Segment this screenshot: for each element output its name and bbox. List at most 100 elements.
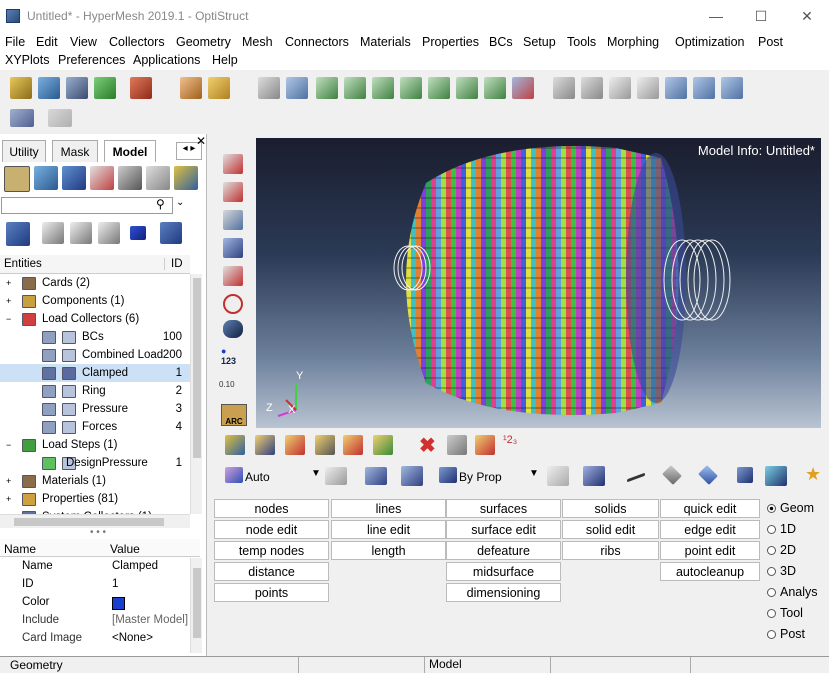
length-button[interactable]: length [331,541,446,560]
tree-scrollbar[interactable] [190,274,202,514]
shaded-icon[interactable] [223,238,243,258]
assembly-icon[interactable] [174,166,198,190]
radio-post[interactable]: Post [767,627,805,641]
radio-analys[interactable]: Analys [767,585,818,599]
graphics-viewport[interactable]: Model Info: Untitled* Y Z X [256,138,821,428]
line-icon[interactable] [627,472,645,483]
menu-tools[interactable]: Tools [567,35,596,49]
node-edit-button[interactable]: node edit [214,520,329,539]
entities-header[interactable]: Entities [4,258,42,270]
center-icon[interactable] [609,77,631,99]
property-icon[interactable] [146,166,170,190]
new-model-icon[interactable] [10,77,32,99]
temp-nodes-button[interactable]: temp nodes [214,541,329,560]
view-mode-icon[interactable] [4,166,30,192]
create-loadstep-icon[interactable] [343,435,363,455]
view-zy-icon[interactable] [456,77,478,99]
duplicate-icon[interactable] [447,435,467,455]
close-button[interactable]: ✕ [784,0,829,32]
auto-dropdown-arrow[interactable]: ▼ [311,468,321,479]
radio-tool[interactable]: Tool [767,606,803,620]
create-loadcol-icon[interactable] [285,435,305,455]
property-row[interactable]: ID 1 [0,576,200,594]
create-property-icon[interactable] [255,435,275,455]
tab-model[interactable]: Model [104,140,156,162]
radio-3d[interactable]: 3D [767,564,796,578]
tree-expander-icon[interactable]: + [6,278,11,288]
menu-connectors[interactable]: Connectors [285,35,349,49]
tree-item[interactable]: + Properties (81) [0,490,190,508]
shell-icon[interactable] [698,465,718,485]
zoom-fit-icon[interactable] [258,77,280,99]
delete-icon[interactable]: ✖ [419,433,436,458]
user-profile-icon[interactable] [180,77,202,99]
favorite-icon[interactable]: ★ [805,464,821,485]
solid-display-icon[interactable] [401,466,423,486]
redo-icon[interactable] [48,109,72,127]
radio-geom[interactable]: Geom [767,501,814,515]
props-scrollbar[interactable] [190,558,202,653]
tree-hscroll-thumb[interactable] [14,518,164,526]
tree-expander-icon[interactable]: + [6,494,11,504]
tree-item[interactable]: + Cards (2) [0,274,190,292]
numbers-icon[interactable]: ● 123 [221,346,236,366]
minimize-button[interactable]: — [693,0,739,32]
monitor-icon[interactable] [765,466,787,486]
arc-icon[interactable]: ARC [221,404,247,426]
menu-view[interactable]: View [70,35,97,49]
radio-2d[interactable]: 2D [767,543,796,557]
tree-expander-icon[interactable]: + [6,476,11,486]
tree-scroll-thumb[interactable] [193,278,201,458]
show-icon[interactable] [42,222,64,244]
no-entry-icon[interactable] [223,294,243,314]
tree-expander-icon[interactable]: + [6,296,11,306]
surface-edit-button[interactable]: surface edit [446,520,561,539]
nodes-button[interactable]: nodes [214,499,329,518]
search-options-icon[interactable]: ⌄ [176,197,184,208]
save-icon[interactable] [66,77,88,99]
menu-morphing[interactable]: Morphing [607,35,659,49]
tree-item[interactable]: Ring 2 [0,382,190,400]
isolate-icon[interactable] [98,222,120,244]
hierarchy-icon[interactable] [34,166,58,190]
tree-expander-icon[interactable]: − [6,440,11,450]
quick-edit-button[interactable]: quick edit [660,499,760,518]
menu-collectors[interactable]: Collectors [109,35,165,49]
close-panel-icon[interactable]: ✕ [196,134,206,148]
tree-item[interactable]: − Load Collectors (6) [0,310,190,328]
line-edit-button[interactable]: line edit [331,520,446,539]
import-folder-icon[interactable] [475,435,495,455]
menu-mesh[interactable]: Mesh [242,35,273,49]
menu-properties[interactable]: Properties [422,35,479,49]
open-icon[interactable] [38,77,60,99]
renumber-icon[interactable]: ¹2₃ [503,434,517,446]
view-xz-icon[interactable] [372,77,394,99]
view-perspective-icon[interactable] [512,77,534,99]
midsurface-button[interactable]: midsurface [446,562,561,581]
rotate-icon[interactable] [721,77,743,99]
distance-button[interactable]: distance [214,562,329,581]
color-mode-icon[interactable] [130,226,146,240]
lines-button[interactable]: lines [331,499,446,518]
folder-icon[interactable] [208,77,230,99]
menu-optimization[interactable]: Optimization [675,35,744,49]
property-value[interactable]: <None> [112,632,153,644]
splitter-handle[interactable]: • • • [90,527,106,538]
1d-icon[interactable] [737,467,753,483]
display-icon[interactable] [223,210,243,230]
solids-button[interactable]: solids [562,499,659,518]
props-scroll-thumb[interactable] [193,568,201,638]
unmask-icon[interactable] [223,182,243,202]
surfaces-button[interactable]: surfaces [446,499,561,518]
byprop-dropdown[interactable]: By Prop [459,470,502,484]
byprop-color-icon[interactable] [439,467,457,483]
maximize-button[interactable]: ☐ [738,0,784,32]
autocleanup-button[interactable]: autocleanup [660,562,760,581]
tree-expander-icon[interactable]: − [6,314,11,324]
plane-icon[interactable] [662,465,682,485]
menu-post[interactable]: Post [758,35,783,49]
pan-hand-icon[interactable] [637,77,659,99]
tree-item[interactable]: + Materials (1) [0,472,190,490]
tree-item[interactable]: Combined Load 200 [0,346,190,364]
property-row[interactable]: Card Image <None> [0,630,200,648]
